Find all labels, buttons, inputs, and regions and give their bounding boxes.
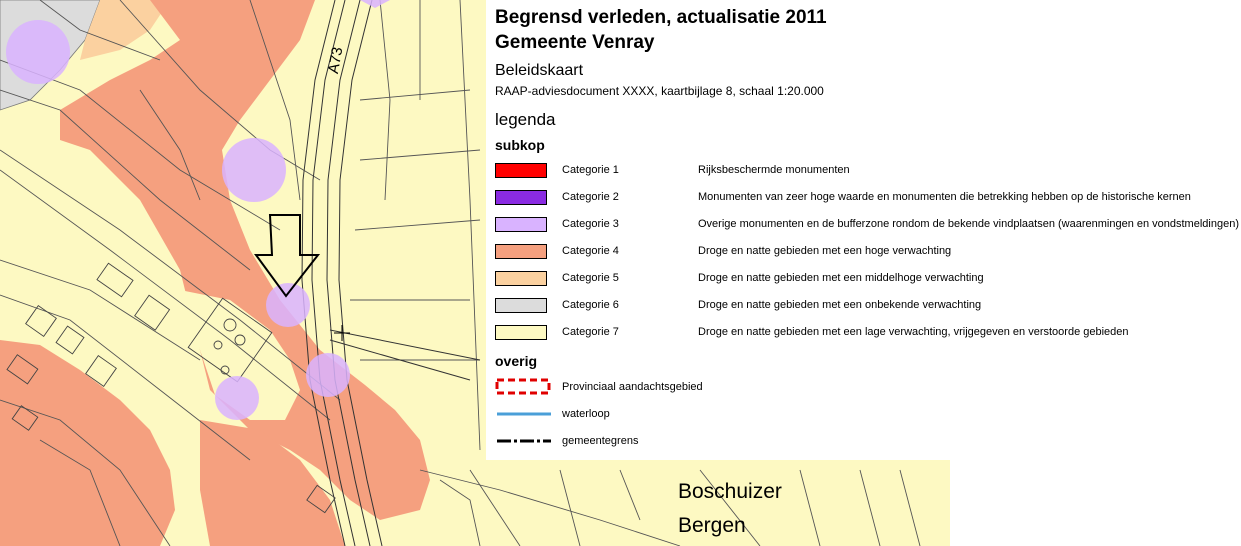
buffer-circle: [222, 138, 286, 202]
legend-item-gemeentegrens: gemeentegrens: [495, 432, 895, 450]
legend-item-provinciaal: Provinciaal aandachtsgebied: [495, 378, 895, 396]
legend-category-name: Categorie 3: [562, 218, 619, 230]
buffer-circle: [266, 283, 310, 327]
legend-category-row: Categorie 6 Droge en natte gebieden met e…: [495, 297, 1240, 315]
legend-swatch: [495, 163, 547, 178]
legend-swatch: [495, 325, 547, 340]
legend-title: Begrensd verleden, actualisatie 2011: [495, 7, 827, 28]
legend-category-name: Categorie 1: [562, 164, 619, 176]
legend-category-row: Categorie 5 Droge en natte gebieden met e…: [495, 270, 1240, 288]
buffer-circle: [306, 353, 350, 397]
legend-category-row: Categorie 3 Overige monumenten en de buff…: [495, 216, 1240, 234]
legend-category-name: Categorie 4: [562, 245, 619, 257]
legend-category-name: Categorie 5: [562, 272, 619, 284]
legend-subkop: subkop: [495, 137, 545, 153]
legend-category-description: Overige monumenten en de bufferzone rond…: [698, 218, 1239, 230]
buffer-circle: [6, 20, 70, 84]
legend-document-info: RAAP-adviesdocument XXXX, kaartbijlage 8…: [495, 84, 824, 98]
legend-category-name: Categorie 7: [562, 326, 619, 338]
legend-category-name: Categorie 6: [562, 299, 619, 311]
legend-municipality: Gemeente Venray: [495, 32, 655, 53]
legend-swatch: [495, 271, 547, 286]
legend-category-row: Categorie 2 Monumenten van zeer hoge waar…: [495, 189, 1240, 207]
dashed-red-box-icon: [495, 378, 551, 395]
legend-subtitle: Beleidskaart: [495, 62, 584, 79]
blank-area: [950, 460, 1241, 546]
legend-category-description: Droge en natte gebieden met een onbekend…: [698, 299, 982, 311]
legend-item-label: waterloop: [562, 408, 610, 420]
legend-category-description: Monumenten van zeer hoge waarde en monum…: [698, 191, 1191, 203]
legend-item-waterloop: waterloop: [495, 405, 895, 423]
legend-category-name: Categorie 2: [562, 191, 619, 203]
legend-overig: overig: [495, 353, 538, 369]
legend-swatch: [495, 190, 547, 205]
legend-swatch: [495, 217, 547, 232]
legend-category-row: Categorie 4 Droge en natte gebieden met e…: [495, 243, 1240, 261]
legend-category-description: Rijksbeschermde monumenten: [698, 164, 850, 176]
legend-category-row: Categorie 7 Droge en natte gebieden met e…: [495, 324, 1240, 342]
legend-panel: Begrensd verleden, actualisatie 2011 Gem…: [486, 0, 1241, 460]
legend-item-label: Provinciaal aandachtsgebied: [562, 381, 703, 393]
water-line-icon: [497, 412, 551, 416]
boundary-line-icon: [497, 439, 551, 443]
place-label-line2: Bergen: [678, 514, 746, 537]
place-label-line1: Boschuizer: [678, 480, 782, 503]
legend-category-description: Droge en natte gebieden met een middelho…: [698, 272, 984, 284]
legend-heading: legenda: [495, 110, 556, 129]
legend-item-label: gemeentegrens: [562, 435, 639, 447]
legend-swatch: [495, 298, 547, 313]
legend-swatch: [495, 244, 547, 259]
legend-category-description: Droge en natte gebieden met een hoge ver…: [698, 245, 952, 257]
buffer-circle: [215, 376, 259, 420]
legend-category-description: Droge en natte gebieden met een lage ver…: [698, 326, 1129, 338]
legend-category-row: Categorie 1 Rijksbeschermde monumenten: [495, 162, 1240, 180]
